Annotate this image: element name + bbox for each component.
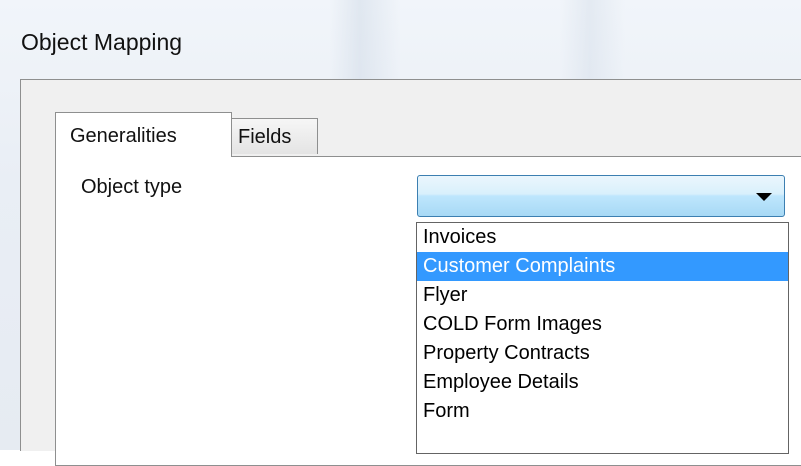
dropdown-option-form[interactable]: Form [417, 397, 788, 426]
tab-fields[interactable]: Fields [230, 118, 318, 154]
dropdown-option-property-contracts[interactable]: Property Contracts [417, 339, 788, 368]
dropdown-option-employee-details[interactable]: Employee Details [417, 368, 788, 397]
dropdown-option-flyer[interactable]: Flyer [417, 281, 788, 310]
dropdown-option-cold-form-images[interactable]: COLD Form Images [417, 310, 788, 339]
object-type-dropdown-list[interactable]: Invoices Customer Complaints Flyer COLD … [416, 222, 789, 454]
object-type-label: Object type [81, 176, 183, 198]
window-title: Object Mapping [21, 29, 183, 55]
object-mapping-window: Object Mapping Generalities Fields Objec… [0, 0, 801, 466]
dialog-client-area: Generalities Fields Object type Invoices… [20, 79, 801, 466]
tab-generalities[interactable]: Generalities [55, 112, 232, 157]
dropdown-option-invoices[interactable]: Invoices [417, 223, 788, 252]
chevron-down-icon[interactable] [756, 193, 772, 201]
object-type-combobox[interactable] [417, 175, 785, 217]
dropdown-option-customer-complaints[interactable]: Customer Complaints [417, 252, 788, 281]
